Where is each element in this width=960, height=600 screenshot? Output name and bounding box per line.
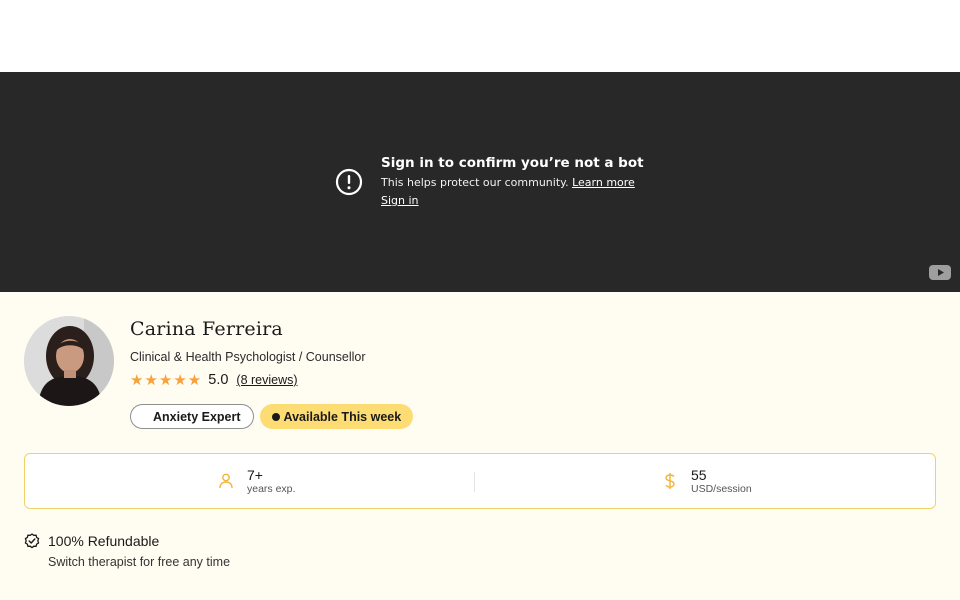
- stat-experience: 7+ years exp.: [217, 454, 295, 508]
- refund-title: 100% Refundable: [48, 533, 160, 549]
- alert-circle-icon: [335, 168, 363, 196]
- person-icon: [219, 473, 233, 489]
- bot-check-title: Sign in to confirm you’re not a bot: [381, 155, 644, 171]
- star-rating-icon: ★★★★★: [130, 371, 203, 389]
- sign-in-link[interactable]: Sign in: [381, 193, 419, 209]
- youtube-logo-icon[interactable]: [929, 265, 951, 280]
- verified-badge-icon: [24, 533, 40, 549]
- top-blank-area: [0, 0, 960, 72]
- learn-more-link[interactable]: Learn more: [572, 176, 635, 189]
- stat-value: 55: [691, 466, 707, 483]
- bot-check-body-text: This helps protect our community.: [381, 176, 569, 189]
- stats-bar: 7+ years exp. 55 USD/session: [24, 453, 936, 509]
- tag-anxiety-expert: Anxiety Expert: [130, 404, 254, 429]
- bot-check-body: This helps protect our community. Learn …: [381, 175, 644, 191]
- availability-dot-icon: [271, 412, 280, 421]
- therapist-role: Clinical & Health Psychologist / Counsel…: [130, 350, 366, 364]
- stat-label: USD/session: [691, 482, 752, 495]
- stats-divider: [474, 472, 475, 492]
- tag-list: Anxiety Expert Available This week: [130, 404, 414, 429]
- dollar-icon: [665, 473, 675, 489]
- tag-label: Anxiety Expert: [153, 409, 241, 424]
- bot-check-message: Sign in to confirm you’re not a bot This…: [381, 154, 644, 209]
- therapist-profile-card: Carina Ferreira Clinical & Health Psycho…: [0, 292, 960, 600]
- avatar: [24, 316, 114, 406]
- stat-price: 55 USD/session: [661, 454, 752, 508]
- rating: ★★★★★ 5.0 (8 reviews): [130, 371, 298, 389]
- stat-label: years exp.: [247, 482, 296, 495]
- video-embed[interactable]: Sign in to confirm you’re not a bot This…: [0, 72, 960, 292]
- avatar-portrait-icon: [24, 316, 114, 406]
- therapist-name: Carina Ferreira: [130, 318, 283, 340]
- rating-score: 5.0: [208, 372, 229, 388]
- stat-value: 7+: [247, 466, 263, 483]
- refund-subtitle: Switch therapist for free any time: [48, 555, 231, 569]
- reviews-link[interactable]: (8 reviews): [236, 373, 297, 387]
- tag-availability: Available This week: [259, 404, 414, 429]
- tag-label: Available This week: [283, 409, 402, 424]
